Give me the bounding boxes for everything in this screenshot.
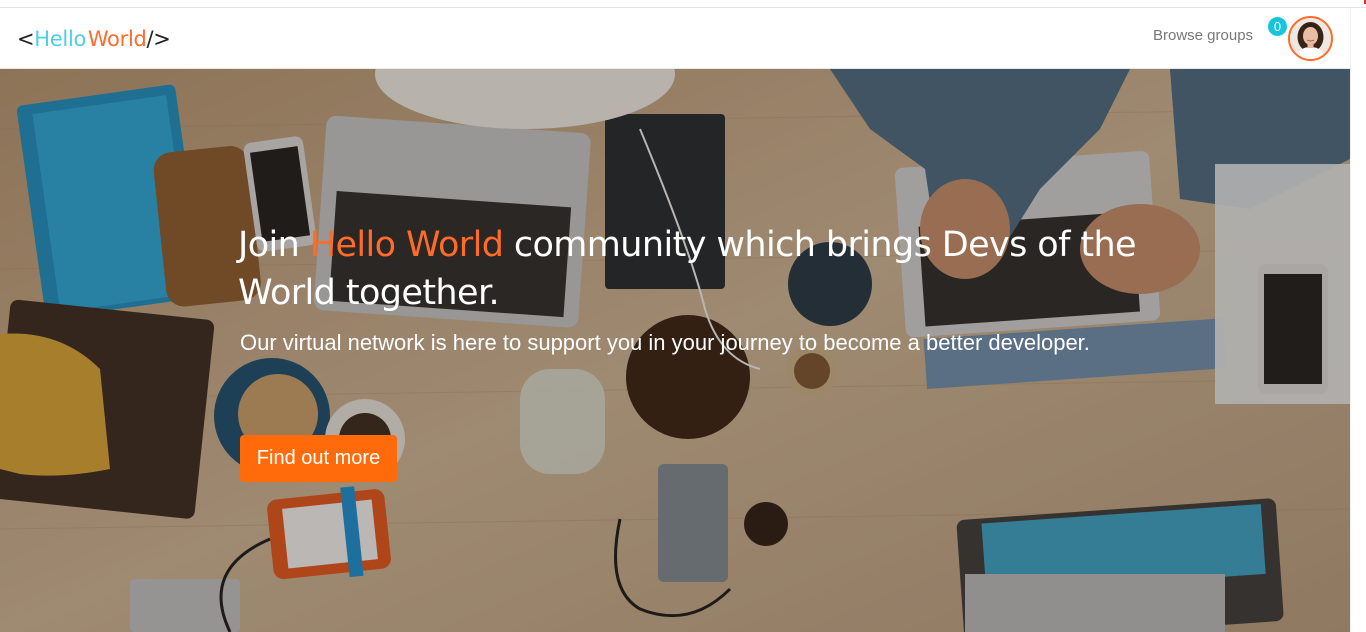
hero-headline: Join Hello World community which brings …	[238, 221, 1138, 317]
brand-open-bracket: <	[17, 27, 35, 51]
brand-hello: Hello	[34, 27, 87, 51]
find-out-more-button[interactable]: Find out more	[240, 435, 397, 482]
notification-badge[interactable]: 0	[1268, 17, 1287, 36]
user-avatar[interactable]	[1288, 16, 1333, 61]
brand-close-bracket: />	[146, 27, 171, 51]
user-avatar-icon	[1290, 18, 1331, 59]
brand-world: World	[87, 27, 147, 51]
brand-logo[interactable]: <Hello World/>	[17, 27, 171, 51]
hero-section: Join Hello World community which brings …	[0, 69, 1350, 632]
browser-top-edge	[0, 0, 1366, 8]
page-scrollbar[interactable]	[1350, 8, 1366, 632]
headline-prefix: Join	[238, 225, 310, 265]
browse-groups-link[interactable]: Browse groups	[1153, 27, 1253, 44]
headline-accent: Hello World	[309, 225, 504, 265]
navbar: <Hello World/> Browse groups 0	[0, 8, 1350, 69]
hero-subheadline: Our virtual network is here to support y…	[240, 330, 1090, 355]
